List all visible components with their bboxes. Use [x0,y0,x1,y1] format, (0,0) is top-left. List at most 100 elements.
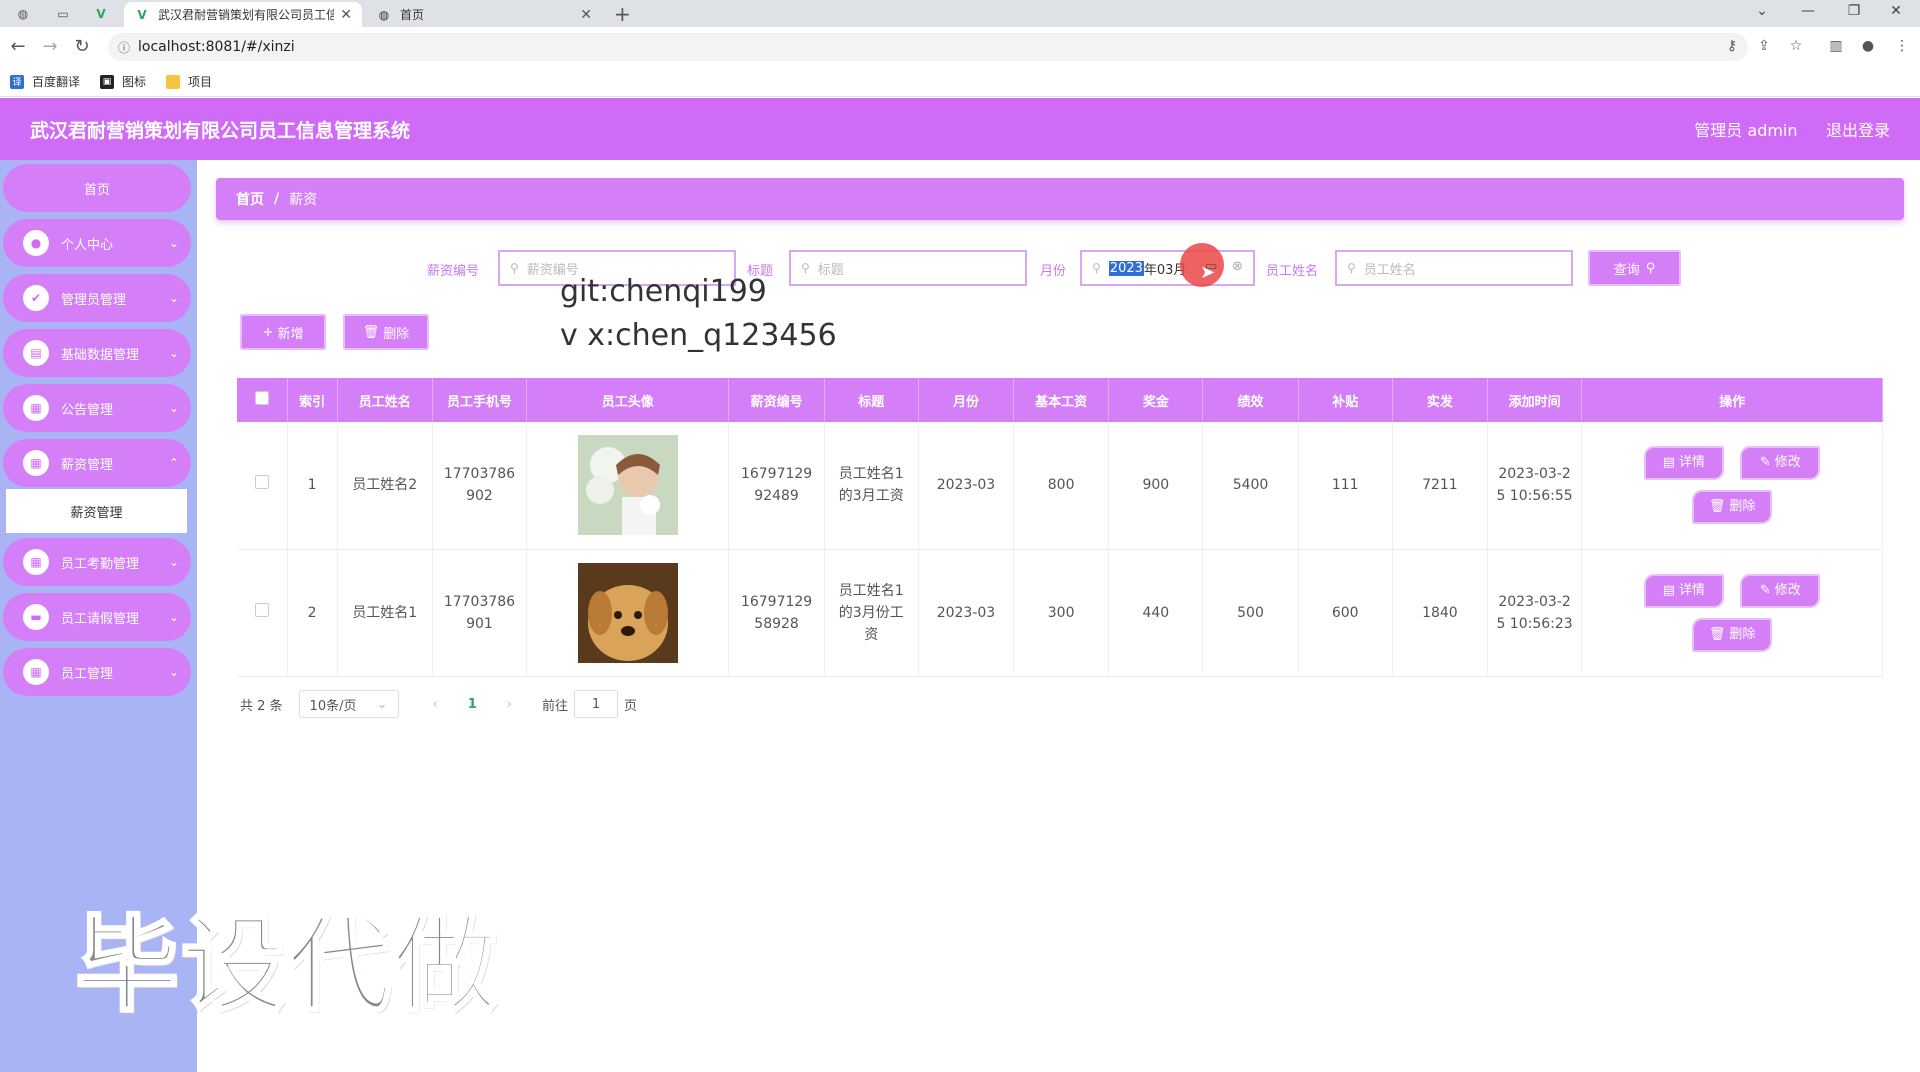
trash-icon: 🗑 [1708,499,1726,515]
goto-page-input[interactable]: 1 [574,690,619,718]
browser-tab-bar: ◍ ▭ V V 武汉君耐营销策划有限公司员工信 ✕ ◍ 首页 ✕ + ⌄ — ❐… [0,0,1920,27]
logout-link[interactable]: 退出登录 [1826,121,1890,140]
sidebar-item-basedata[interactable]: ▤ 基础数据管理 ⌄ [3,329,191,377]
goto-label: 前往 [542,698,569,714]
title-input[interactable]: ⚲ 标题 [789,250,1027,286]
avatar-cell [526,549,730,677]
salary-no-part: 16797129 [740,466,813,483]
delete-button[interactable]: 🗑 删除 [1692,617,1773,652]
prev-page-icon[interactable]: ‹ [433,697,438,712]
salary-no-label: 薪资编号 [427,264,480,279]
pencil-icon: ✎ [1759,582,1771,598]
edit-button[interactable]: ✎ 修改 [1740,573,1821,608]
month-picker[interactable]: ⚲ 2023 年03月 [1080,250,1255,286]
chevron-down-icon: ⌄ [168,236,179,250]
search-icon: ⚲ [1645,260,1656,276]
reload-icon[interactable]: ↻ [70,36,94,57]
column-header: 基本工资 [1013,378,1110,422]
avatar-image[interactable] [577,435,678,536]
page-size-select[interactable]: 10条/页 ⌄ [298,690,399,718]
row-select-cell[interactable] [237,549,288,677]
created-time-cell: 2023-03-2 5 10:56:55 [1487,422,1583,550]
restore-icon[interactable]: ❐ [1834,3,1874,19]
page-number-current[interactable]: 1 [468,697,477,712]
detail-button[interactable]: ▤ 详情 [1643,446,1724,481]
star-icon[interactable]: ☆ [1786,38,1806,54]
edit-button[interactable]: ✎ 修改 [1740,446,1821,481]
pinned-tab-vue-icon[interactable]: V [88,4,114,24]
add-button[interactable]: + 新增 [240,314,326,350]
sidebar-item-employee[interactable]: ▦ 员工管理 ⌄ [3,648,191,696]
detail-label: 详情 [1679,455,1706,471]
sidebar-item-salary[interactable]: ▦ 薪资管理 ⌃ [3,439,191,487]
site-info-icon[interactable]: ⓘ [118,39,130,56]
sidebar-item-personal[interactable]: ● 个人中心 ⌄ [3,219,191,267]
tab-search-icon[interactable]: ⌄ [1742,3,1782,19]
pinned-tab-blank-icon[interactable]: ▭ [50,4,76,24]
bookmark-label: 百度翻译 [32,75,81,89]
close-window-icon[interactable]: ✕ [1876,3,1916,19]
close-tab-icon[interactable]: ✕ [580,7,592,23]
select-all-checkbox[interactable] [254,391,269,405]
sidebar-item-attendance[interactable]: ▦ 员工考勤管理 ⌄ [3,538,191,586]
title-part: 资 [864,626,879,643]
title-placeholder: 标题 [817,262,844,278]
delete-button[interactable]: 🗑 删除 [1692,490,1773,525]
month-selected-text: 2023 [1108,260,1144,276]
sidepanel-icon[interactable]: ▥ [1826,38,1846,54]
title-part: 员工姓名1 [838,466,904,483]
chevron-down-icon: ⌄ [168,401,179,415]
delete-label: 删除 [1729,626,1756,642]
salary-no-part: 58928 [754,615,799,632]
url-field[interactable]: ⓘ localhost:8081/#/xinzi [108,33,1748,61]
row-select-cell[interactable] [237,422,288,550]
batch-delete-button[interactable]: 🗑 删除 [343,314,429,350]
sidebar-item-notice[interactable]: ▦ 公告管理 ⌄ [3,384,191,432]
sidebar-item-home[interactable]: 首页 [3,164,191,212]
column-header: 索引 [287,378,338,422]
tab-home[interactable]: ◍ 首页 ✕ [366,2,602,27]
delete-label: 删除 [1729,499,1756,515]
salary-no-cell: 16797129 92489 [728,422,825,550]
sidebar-item-leave[interactable]: ▬ 员工请假管理 ⌄ [3,593,191,641]
bookmark-project[interactable]: 项目 [166,73,212,90]
phone-part: 902 [466,488,493,505]
sidebar-item-admin[interactable]: ✔ 管理员管理 ⌄ [3,274,191,322]
sidebar-item-label: 基础数据管理 [61,347,140,363]
employee-name-input[interactable]: ⚲ 员工姓名 [1335,250,1573,286]
forward-icon[interactable]: → [38,36,62,57]
minimize-icon[interactable]: — [1788,3,1828,19]
sidebar-item-label: 员工考勤管理 [61,556,140,572]
sidebar-subitem-salary[interactable]: 薪资管理 [6,489,187,533]
profile-icon[interactable]: ● [1858,38,1878,54]
row-checkbox[interactable] [254,602,269,617]
title-part: 员工姓名1 [838,582,904,599]
tab-active[interactable]: V 武汉君耐营销策划有限公司员工信 ✕ [124,2,362,27]
bookmark-translate[interactable]: 译 百度翻译 [10,73,80,90]
salary-no-part: 16797129 [740,593,813,610]
back-icon[interactable]: ← [6,36,30,57]
row-checkbox[interactable] [254,475,269,490]
breadcrumb-home[interactable]: 首页 [236,189,264,209]
key-icon[interactable]: ⚷ [1722,38,1742,54]
close-tab-icon[interactable]: ✕ [340,7,352,23]
bookmark-icons[interactable]: ▣ 图标 [100,73,146,90]
query-button[interactable]: 查询 ⚲ [1588,250,1681,286]
column-header: 薪资编号 [728,378,825,422]
column-header: 月份 [918,378,1015,422]
new-tab-icon[interactable]: + [614,2,631,26]
next-page-icon[interactable]: › [507,697,512,712]
clear-icon[interactable]: ⊗ [1232,259,1243,274]
menu-icon[interactable]: ⋮ [1892,38,1912,54]
share-icon[interactable]: ⇪ [1754,38,1774,54]
avatar-image[interactable] [577,562,678,663]
select-all-header[interactable] [237,378,288,422]
column-header: 员工姓名 [337,378,433,422]
app-title: 武汉君耐营销策划有限公司员工信息管理系统 [30,119,411,142]
pinned-tab-globe-icon[interactable]: ◍ [10,4,36,24]
column-header: 奖金 [1108,378,1204,422]
chevron-up-icon: ⌃ [168,456,179,470]
edit-label: 修改 [1774,455,1801,471]
detail-button[interactable]: ▤ 详情 [1643,573,1724,608]
column-header: 员工头像 [526,378,730,422]
